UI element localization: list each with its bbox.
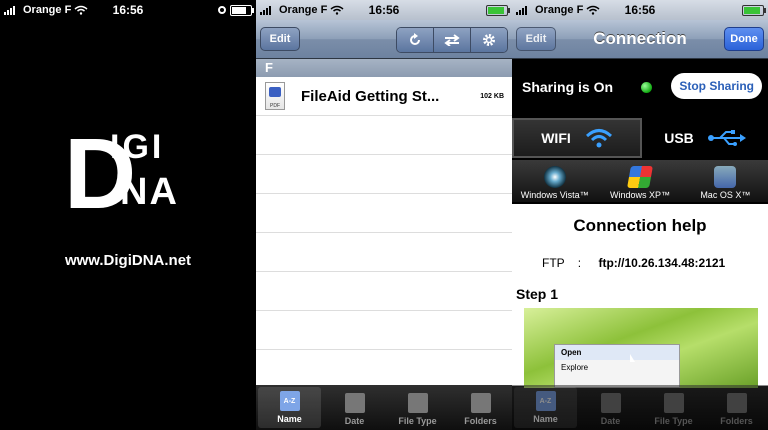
- step-heading: Step 1: [516, 286, 559, 302]
- az-sort-icon: A-Z: [279, 391, 300, 411]
- os-option-windows-vista[interactable]: Windows Vista™: [512, 160, 597, 202]
- battery-icon: [486, 4, 510, 16]
- document-icon: [663, 393, 684, 413]
- ftp-address: FTP : ftp://10.26.134.48:2121: [542, 256, 726, 270]
- usb-option[interactable]: USB: [642, 118, 768, 158]
- os-selector: Windows Vista™ Windows XP™ Mac OS X™: [512, 160, 768, 202]
- calendar-icon: [600, 393, 621, 413]
- os-option-mac-os-x[interactable]: Mac OS X™: [683, 160, 768, 202]
- status-bar: Orange F 16:56: [256, 0, 512, 20]
- usb-icon: [707, 130, 746, 146]
- empty-row: [256, 233, 512, 272]
- logo-bottom-text: NA: [120, 171, 179, 212]
- status-bar: Orange F 16:56: [0, 0, 256, 20]
- gear-icon: [483, 34, 495, 46]
- status-bar: Orange F 16:56: [512, 0, 768, 20]
- website-url[interactable]: www.DigiDNA.net: [0, 252, 256, 269]
- section-header: F: [256, 59, 512, 77]
- folder-icon: [726, 393, 747, 413]
- empty-row: [256, 116, 512, 155]
- refresh-button[interactable]: [397, 28, 434, 52]
- sharing-status-text: Sharing is On: [522, 79, 614, 95]
- ftp-url: ftp://10.26.134.48:2121: [598, 256, 726, 270]
- settings-button[interactable]: [471, 28, 507, 52]
- tab-bar: A-Z Name Date File Type Folders: [256, 385, 512, 430]
- windows-xp-icon: [627, 166, 653, 188]
- empty-row: [256, 350, 512, 389]
- connection-screen: Orange F 16:56 Edit Connection Done Shar…: [512, 0, 768, 430]
- connection-type-selector: WIFI USB: [512, 118, 768, 158]
- wifi-icon: [585, 129, 612, 148]
- context-menu: Open Explore: [554, 344, 680, 388]
- navigation-bar: Edit Connection Done: [512, 20, 768, 59]
- az-sort-icon: A-Z: [535, 391, 556, 411]
- tab-bar: A-Z Name Date File Type Folders: [512, 385, 768, 430]
- transfer-button[interactable]: [434, 28, 471, 52]
- windows-vista-icon: [543, 166, 566, 188]
- status-time: 16:56: [624, 3, 656, 17]
- battery-icon: [230, 4, 254, 16]
- tab-name[interactable]: A-Z Name: [258, 387, 321, 428]
- empty-row: [256, 272, 512, 311]
- tab-folders[interactable]: Folders: [705, 385, 768, 430]
- swap-arrows-icon: [444, 34, 460, 46]
- file-row[interactable]: PDF FileAid Getting St... 102 KB: [256, 77, 512, 116]
- os-option-windows-xp[interactable]: Windows XP™: [597, 160, 682, 202]
- toolbar-segment: [396, 27, 508, 53]
- tab-date[interactable]: Date: [579, 385, 642, 430]
- logo-top-text: IGI: [110, 128, 164, 166]
- edit-button[interactable]: Edit: [260, 27, 300, 51]
- step-screenshot: Open Explore: [524, 308, 758, 388]
- folder-icon: [470, 393, 491, 413]
- wifi-option[interactable]: WIFI: [512, 118, 642, 158]
- file-size: 102 KB: [480, 92, 504, 100]
- empty-row: [256, 311, 512, 350]
- mouse-cursor-icon: [630, 354, 635, 362]
- file-list-screen: Orange F 16:56 Edit F PDF FileAid Gettin…: [256, 0, 512, 430]
- connection-help: Connection help FTP : ftp://10.26.134.48…: [512, 204, 768, 388]
- context-menu-explore: Explore: [561, 363, 589, 372]
- document-icon: [407, 393, 428, 413]
- stop-sharing-button[interactable]: Stop Sharing: [671, 73, 762, 99]
- done-button[interactable]: Done: [724, 27, 764, 51]
- status-on-indicator: [641, 81, 653, 93]
- tab-date[interactable]: Date: [323, 385, 386, 430]
- battery-icon: [742, 4, 766, 16]
- tab-folders[interactable]: Folders: [449, 385, 512, 430]
- tab-file-type[interactable]: File Type: [386, 385, 449, 430]
- navigation-bar: Edit: [256, 20, 512, 59]
- mac-finder-icon: [714, 166, 737, 188]
- status-time: 16:56: [368, 3, 400, 17]
- refresh-icon: [410, 33, 420, 45]
- context-menu-open: Open: [555, 345, 679, 360]
- file-name: FileAid Getting St...: [301, 87, 440, 105]
- calendar-icon: [344, 393, 365, 413]
- splash-screen: Orange F 16:56 D IGI NA www.DigiDNA.net: [0, 0, 256, 430]
- pdf-file-icon: PDF: [265, 82, 285, 110]
- empty-row: [256, 194, 512, 233]
- digidna-logo: D IGI NA: [64, 122, 179, 212]
- empty-row: [256, 155, 512, 194]
- sharing-status: Sharing is On Stop Sharing: [512, 59, 768, 115]
- help-title: Connection help: [573, 216, 707, 235]
- rotation-lock-icon: [218, 6, 226, 14]
- tab-file-type[interactable]: File Type: [642, 385, 705, 430]
- tab-name[interactable]: A-Z Name: [514, 387, 577, 428]
